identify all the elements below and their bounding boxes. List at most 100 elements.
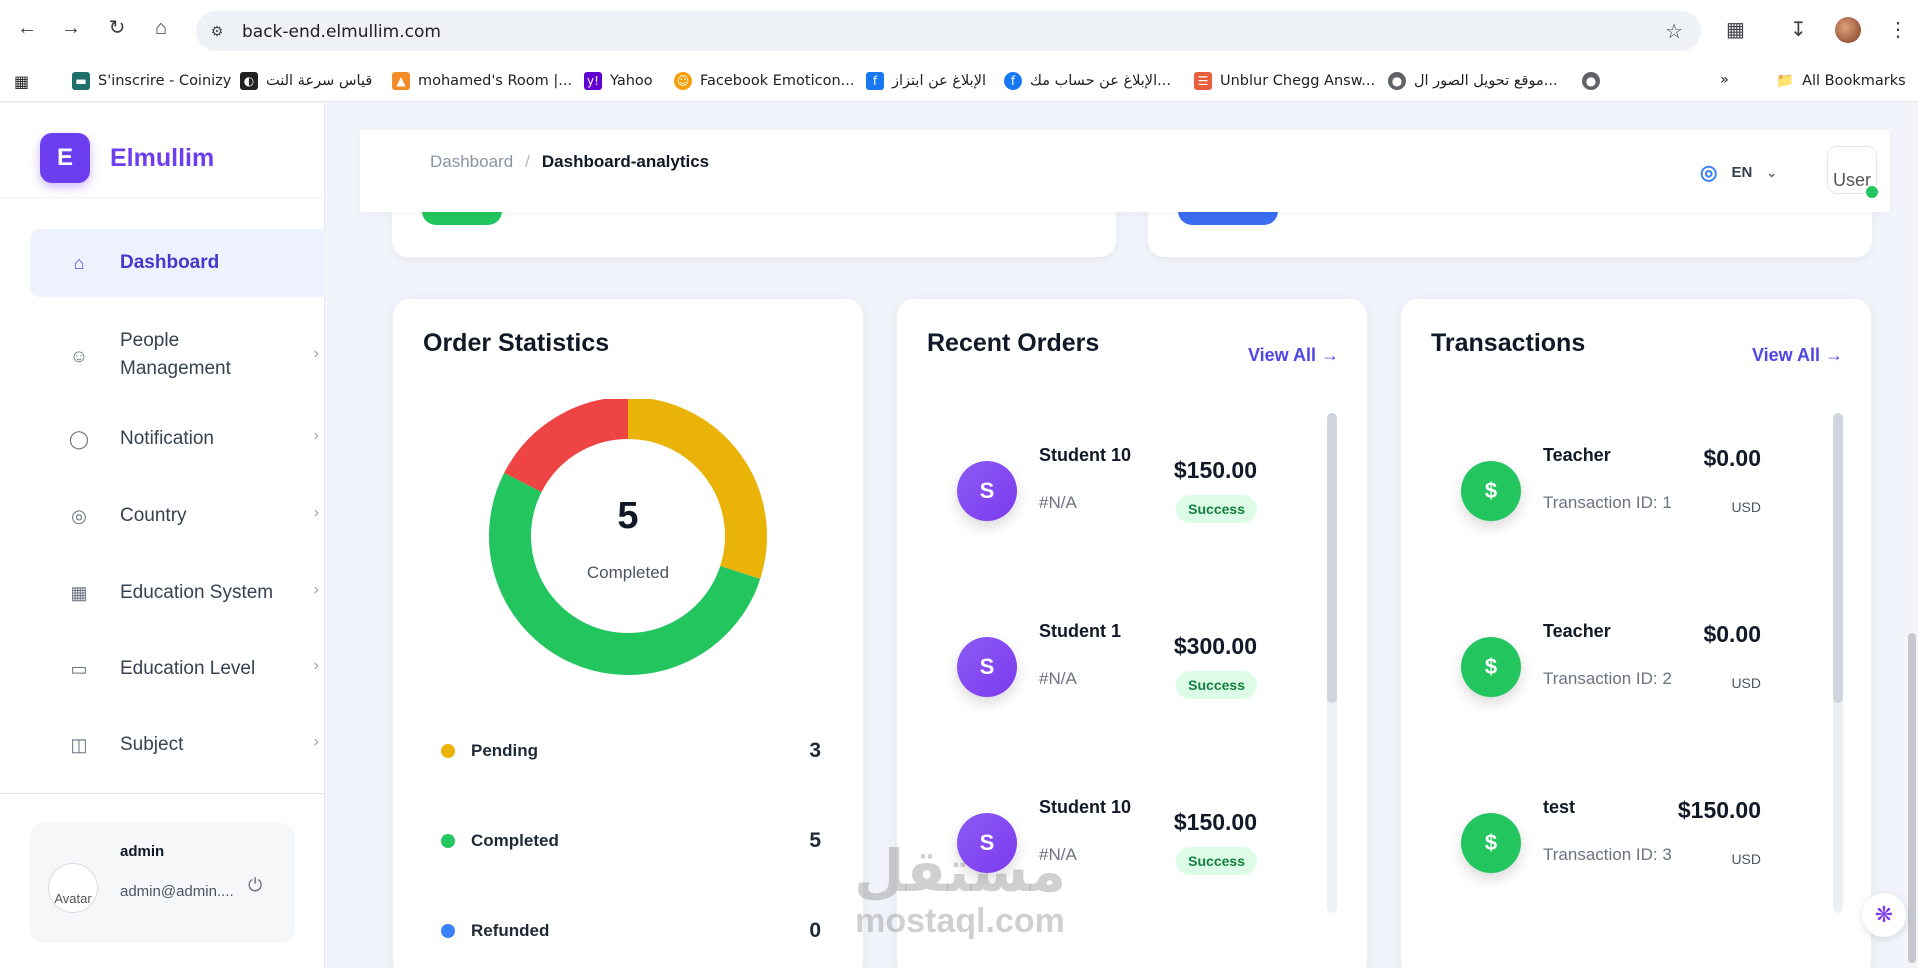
view-all-transactions-link[interactable]: View All → bbox=[1752, 345, 1843, 366]
url-text: back-end.elmullim.com bbox=[242, 22, 441, 42]
address-bar[interactable]: ⚙ back-end.elmullim.com ☆ bbox=[196, 11, 1701, 51]
books-icon: ☰ bbox=[1194, 72, 1212, 90]
bookmark-item[interactable]: ● موقع تحويل الصور ال... bbox=[1388, 72, 1558, 90]
chevron-right-icon: › bbox=[313, 345, 319, 362]
sidebar-item-education-level[interactable]: ▭ Education Level › bbox=[30, 649, 325, 689]
divider bbox=[0, 197, 325, 198]
emoticon-icon: ☺ bbox=[674, 72, 692, 90]
transaction-row[interactable]: $ Teacher Transaction ID: 1 $0.00 USD bbox=[1401, 429, 1841, 599]
chevron-down-icon: ⌄ bbox=[1766, 164, 1778, 180]
transactions-scrollbar[interactable] bbox=[1833, 413, 1843, 913]
sidebar-item-country[interactable]: ◎ Country › bbox=[30, 496, 325, 536]
legend-dot bbox=[441, 744, 455, 758]
page-scrollbar[interactable] bbox=[1905, 103, 1918, 968]
language-selector[interactable]: ◎ EN ⌄ bbox=[1700, 160, 1777, 185]
status-badge: Success bbox=[1176, 495, 1257, 523]
bookmark-star-icon[interactable]: ☆ bbox=[1665, 19, 1683, 44]
download-icon[interactable]: ↧ bbox=[1790, 17, 1807, 42]
card-icon: ▬ bbox=[72, 72, 90, 90]
bookmark-item[interactable]: f الإبلاغ عن ابتزاز bbox=[866, 72, 986, 90]
extensions-icon[interactable]: ▦ bbox=[1726, 17, 1745, 42]
globe-icon: ● bbox=[1388, 72, 1406, 90]
profile-avatar[interactable] bbox=[1835, 17, 1861, 43]
sidebar-item-dashboard[interactable]: ⌂ Dashboard bbox=[30, 229, 325, 297]
browser-toolbar: ← → ↻ ⌂ ⚙ back-end.elmullim.com ☆ ▦ ↧ ⋮ bbox=[0, 0, 1918, 62]
sidebar-item-education-system[interactable]: ▦ Education System › bbox=[30, 573, 325, 613]
view-all-orders-link[interactable]: View All → bbox=[1248, 345, 1339, 366]
yahoo-icon: y! bbox=[584, 72, 602, 90]
legend-pending: Pending 3 bbox=[441, 739, 821, 762]
donut-slice-refunded[interactable] bbox=[504, 399, 629, 493]
reload-icon[interactable]: ↻ bbox=[104, 15, 130, 41]
legend-dot bbox=[441, 924, 455, 938]
facebook-icon: f bbox=[1004, 72, 1022, 90]
forward-icon[interactable]: → bbox=[58, 15, 84, 41]
legend-dot bbox=[441, 834, 455, 848]
card-title: Transactions bbox=[1431, 329, 1586, 357]
scroll-thumb[interactable] bbox=[1833, 413, 1843, 703]
watermark: مستقل mostaql.com bbox=[853, 837, 1067, 940]
bookmark-item[interactable]: ● bbox=[1582, 72, 1608, 90]
sidebar-item-people-management[interactable]: ☺ People Management › bbox=[30, 321, 325, 391]
transaction-row[interactable]: $ Teacher Transaction ID: 2 $0.00 USD bbox=[1401, 605, 1841, 775]
apps-grid-icon[interactable]: ▦ bbox=[14, 72, 29, 91]
dollar-icon: $ bbox=[1461, 461, 1521, 521]
facebook-icon: f bbox=[866, 72, 884, 90]
user-profile-card: Avatar admin admin@admin.... ⏻ bbox=[30, 823, 295, 943]
chevron-right-icon: › bbox=[313, 504, 319, 521]
bookmark-item[interactable]: ◐ قياس سرعة النت bbox=[240, 72, 372, 90]
order-row[interactable]: S Student 10 #N/A $150.00 Success bbox=[897, 429, 1337, 599]
back-icon[interactable]: ← bbox=[14, 15, 40, 41]
legend-completed: Completed 5 bbox=[441, 829, 821, 852]
people-icon: ☺ bbox=[69, 346, 89, 366]
globe-icon: ◎ bbox=[71, 506, 87, 526]
home-icon: ⌂ bbox=[73, 253, 85, 273]
status-badge: Success bbox=[1176, 847, 1257, 875]
chevron-right-icon: › bbox=[313, 733, 319, 750]
order-statistics-card: Order Statistics 5 Completed Pending 3 C… bbox=[392, 298, 864, 968]
building-icon: ▦ bbox=[70, 583, 88, 603]
logout-power-icon[interactable]: ⏻ bbox=[248, 875, 262, 896]
top-card-right bbox=[1148, 205, 1872, 257]
donut-center-label: Completed bbox=[586, 563, 670, 582]
bookmark-item[interactable]: ▬ S'inscrire - Coinizy bbox=[72, 72, 231, 90]
sidebar: E Elmullim ⌂ Dashboard ☺ People Manageme… bbox=[0, 103, 325, 968]
speed-icon: ◐ bbox=[240, 72, 258, 90]
sidebar-item-notification[interactable]: ◯ Notification › bbox=[30, 419, 325, 459]
breadcrumb-dashboard[interactable]: Dashboard bbox=[430, 152, 513, 172]
transaction-row[interactable]: $ test Transaction ID: 3 $150.00 USD bbox=[1401, 781, 1841, 951]
brain-assistant-icon[interactable]: ❋ bbox=[1862, 893, 1906, 937]
brand[interactable]: E Elmullim bbox=[40, 133, 214, 183]
chevron-right-icon: › bbox=[313, 427, 319, 444]
chevron-right-icon: › bbox=[313, 657, 319, 674]
top-header: Dashboard / Dashboard-analytics ◎ EN ⌄ U… bbox=[360, 130, 1890, 212]
transactions-card: Transactions View All → $ Teacher Transa… bbox=[1400, 298, 1872, 968]
dollar-icon: $ bbox=[1461, 637, 1521, 697]
card-title: Order Statistics bbox=[423, 329, 610, 357]
site-info-icon[interactable]: ⚙ bbox=[206, 20, 228, 42]
all-bookmarks[interactable]: 📁 All Bookmarks bbox=[1776, 72, 1906, 90]
globe-icon: ◎ bbox=[1700, 162, 1718, 184]
scroll-thumb[interactable] bbox=[1908, 633, 1916, 963]
online-status-dot bbox=[1864, 184, 1880, 200]
bookmark-item[interactable]: ☺ Facebook Emoticon... bbox=[674, 72, 854, 90]
home-page-icon[interactable]: ⌂ bbox=[148, 15, 174, 41]
student-initial-avatar: S bbox=[957, 461, 1017, 521]
bookmark-item[interactable]: f الإبلاغ عن حساب مك... bbox=[1004, 72, 1171, 90]
bookmarks-bar: ▦ ▬ S'inscrire - Coinizy ◐ قياس سرعة النت … bbox=[0, 62, 1918, 102]
bookmark-item[interactable]: ▲ mohamed's Room |... bbox=[392, 72, 572, 90]
columns-icon: ◫ bbox=[70, 735, 88, 755]
sidebar-item-subject[interactable]: ◫ Subject › bbox=[30, 725, 325, 765]
orders-scrollbar[interactable] bbox=[1327, 413, 1337, 913]
menu-dots-icon[interactable]: ⋮ bbox=[1888, 17, 1908, 42]
room-icon: ▲ bbox=[392, 72, 410, 90]
bookmark-item[interactable]: y! Yahoo bbox=[584, 72, 653, 90]
bookmark-item[interactable]: ☰ Unblur Chegg Answ... bbox=[1194, 72, 1375, 90]
divider bbox=[0, 793, 325, 794]
globe-icon: ● bbox=[1582, 72, 1600, 90]
scroll-thumb[interactable] bbox=[1327, 413, 1337, 703]
legend-refunded: Refunded 0 bbox=[441, 919, 821, 942]
order-row[interactable]: S Student 1 #N/A $300.00 Success bbox=[897, 605, 1337, 775]
more-bookmarks-icon[interactable]: » bbox=[1720, 72, 1729, 88]
avatar[interactable]: Avatar bbox=[48, 863, 98, 913]
